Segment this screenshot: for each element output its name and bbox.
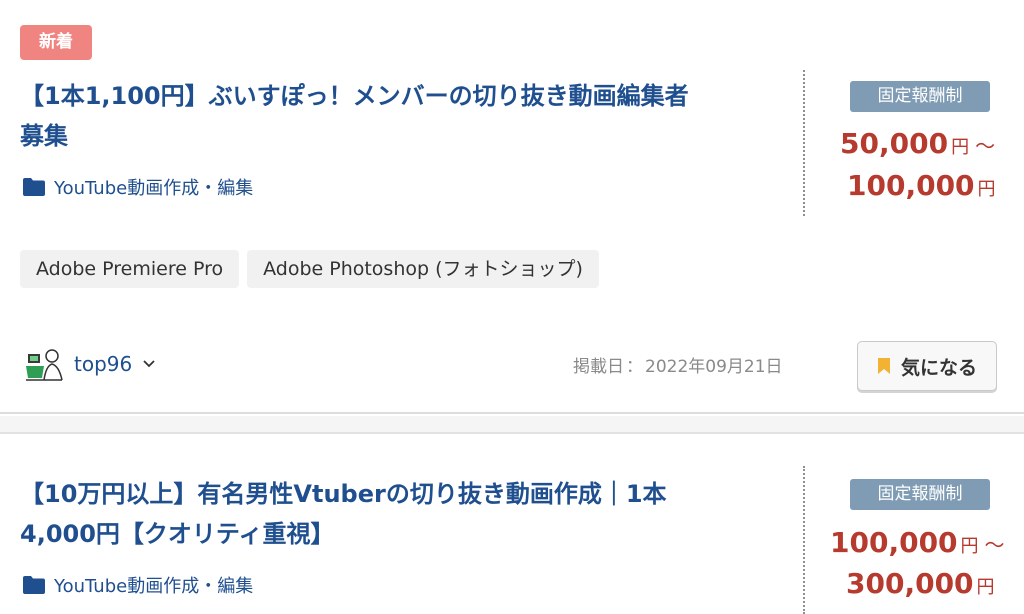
category-link[interactable]: YouTube動画作成・編集 [22,571,253,599]
price-min: 100,000 円〜 [830,525,1005,565]
favorite-button[interactable]: 気になる [857,341,997,391]
category-label: YouTube動画作成・編集 [54,178,254,199]
divider [803,466,805,614]
price-max-value: 100,000 [847,169,975,202]
category-label: YouTube動画作成・編集 [54,576,254,597]
job-title-line1: 【10万円以上】有名男性Vtuberの切り抜き動画作成｜1本 [20,480,667,508]
job-card: 【10万円以上】有名男性Vtuberの切り抜き動画作成｜1本 4,000円【クオ… [0,436,1024,614]
bookmark-icon [877,358,890,374]
job-title-line2: 4,000円【クオリティ重視】 [20,520,335,548]
job-title[interactable]: 【10万円以上】有名男性Vtuberの切り抜き動画作成｜1本 4,000円【クオ… [20,474,760,554]
price-min-value: 100,000 [830,526,958,559]
price-max: 100,000 円 [847,168,996,208]
price-type-badge: 固定報酬制 [850,81,990,112]
skill-tags: Adobe Premiere Pro Adobe Photoshop (フォトシ… [20,250,599,288]
price-min-value: 50,000 [840,127,949,160]
price-min-unit: 円 [951,137,970,158]
skill-tag[interactable]: Adobe Photoshop (フォトショップ) [247,250,599,288]
skill-tag[interactable]: Adobe Premiere Pro [20,250,240,288]
divider [803,70,805,216]
price-max-unit: 円 [976,577,995,598]
price-type-badge: 固定報酬制 [850,479,990,510]
posted-separator: ： [626,357,643,377]
folder-icon [23,178,45,196]
price-min: 50,000 円〜 [840,126,995,166]
job-card: 新着 【1本1,100円】ぶいすぽっ！メンバーの切り抜き動画編集者 募集 You… [0,0,1024,414]
job-title[interactable]: 【1本1,100円】ぶいすぽっ！メンバーの切り抜き動画編集者 募集 [20,76,760,156]
price-range-separator: 〜 [975,134,996,158]
chevron-down-icon [143,360,155,368]
client-name: top96 [74,352,133,376]
price-max-value: 300,000 [846,567,974,600]
price-min-unit: 円 [960,536,979,557]
posted-date: 掲載日： 2022年09月21日 [573,352,783,377]
avatar [22,344,66,384]
card-separator [0,416,1024,434]
posted-label: 掲載日 [573,357,624,377]
posted-date-value: 2022年09月21日 [645,357,783,377]
price-range-separator: 〜 [984,533,1005,557]
new-badge: 新着 [20,25,92,60]
price-max: 300,000 円 [846,566,995,606]
category-link[interactable]: YouTube動画作成・編集 [22,173,253,201]
price-max-unit: 円 [977,179,996,200]
favorite-label: 気になる [900,356,977,379]
client-profile[interactable]: top96 [22,344,156,384]
folder-icon [23,576,45,594]
job-title-line1: 【1本1,100円】ぶいすぽっ！メンバーの切り抜き動画編集者 [20,82,689,110]
job-title-line2: 募集 [20,122,68,150]
